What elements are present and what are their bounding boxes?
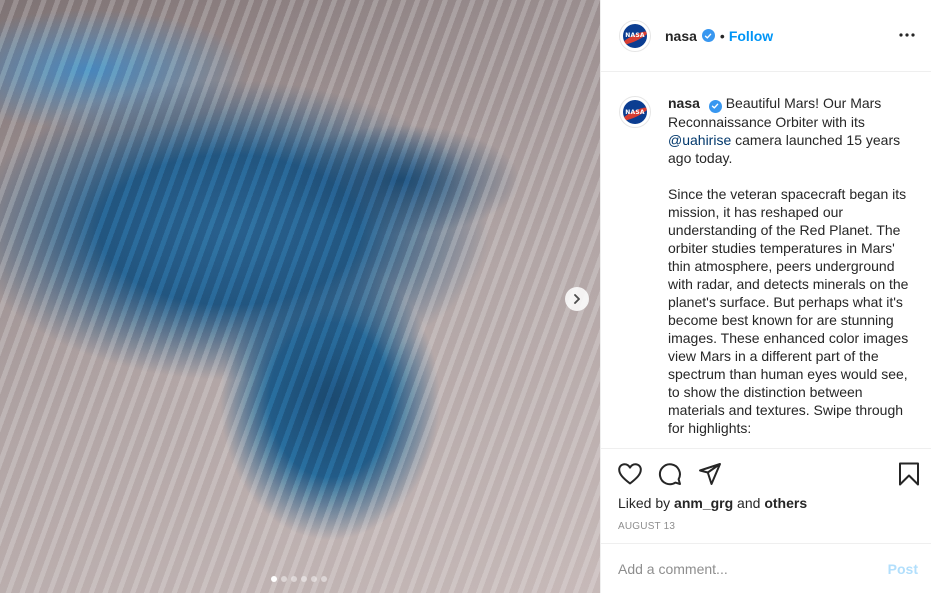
carousel-next-button[interactable] xyxy=(565,287,589,311)
action-icons xyxy=(617,461,922,487)
nasa-logo-icon: NASA xyxy=(623,23,647,48)
post-image[interactable] xyxy=(0,0,600,593)
caption-text: nasa Beautiful Mars! Our Mars Reconnaiss… xyxy=(668,94,914,448)
liked-by-user-link[interactable]: anm_grg xyxy=(674,495,733,511)
comment-icon xyxy=(658,463,681,486)
likes-mid: and xyxy=(733,495,765,511)
post-header: NASA nasa • Follow xyxy=(601,0,931,72)
comment-bar: Post xyxy=(601,543,931,593)
avatar[interactable]: NASA xyxy=(619,96,651,128)
likes-prefix: Liked by xyxy=(618,495,675,511)
caption-username[interactable]: nasa xyxy=(668,95,700,111)
chevron-right-icon xyxy=(574,294,580,304)
likes-summary: Liked by anm_grg and others xyxy=(618,495,807,511)
caption-paragraph-1-start: Beautiful Mars! Our Mars Reconnaissance … xyxy=(668,95,882,130)
carousel-dot xyxy=(301,576,307,582)
more-options-button[interactable] xyxy=(897,25,917,45)
actions-section: Liked by anm_grg and others AUGUST 13 xyxy=(601,448,931,543)
carousel-dot xyxy=(271,576,277,582)
caption-section: NASA nasa Beautiful Mars! Our Mars Recon… xyxy=(601,72,931,448)
heart-icon xyxy=(618,463,642,485)
nasa-logo-icon: NASA xyxy=(623,100,647,124)
image-texture xyxy=(0,0,600,593)
mention-link[interactable]: @uahirise xyxy=(668,132,731,148)
carousel-dot xyxy=(281,576,287,582)
avatar[interactable]: NASA xyxy=(619,19,651,52)
comment-input[interactable] xyxy=(618,560,888,577)
save-button[interactable] xyxy=(896,461,922,487)
share-button[interactable] xyxy=(697,461,723,487)
carousel-dot xyxy=(321,576,327,582)
post-side-panel: NASA nasa • Follow NASA nasa Beautiful M… xyxy=(600,0,931,593)
verified-badge-icon xyxy=(701,29,715,42)
comment-button[interactable] xyxy=(657,461,683,487)
more-options-icon xyxy=(899,33,915,37)
carousel-dot xyxy=(291,576,297,582)
liked-by-others-link[interactable]: others xyxy=(764,495,807,511)
carousel-indicator xyxy=(271,576,327,582)
verified-badge-icon xyxy=(708,99,722,113)
post-date[interactable]: AUGUST 13 xyxy=(618,521,675,532)
bookmark-icon xyxy=(899,462,919,486)
like-button[interactable] xyxy=(617,461,643,487)
header-username[interactable]: nasa xyxy=(665,28,697,44)
share-icon xyxy=(699,463,721,485)
post-comment-button[interactable]: Post xyxy=(888,561,918,577)
header-separator: • xyxy=(719,27,725,44)
follow-button[interactable]: Follow xyxy=(729,28,773,44)
carousel-dot xyxy=(311,576,317,582)
caption-paragraph-2: Since the veteran spacecraft began its m… xyxy=(668,185,909,436)
